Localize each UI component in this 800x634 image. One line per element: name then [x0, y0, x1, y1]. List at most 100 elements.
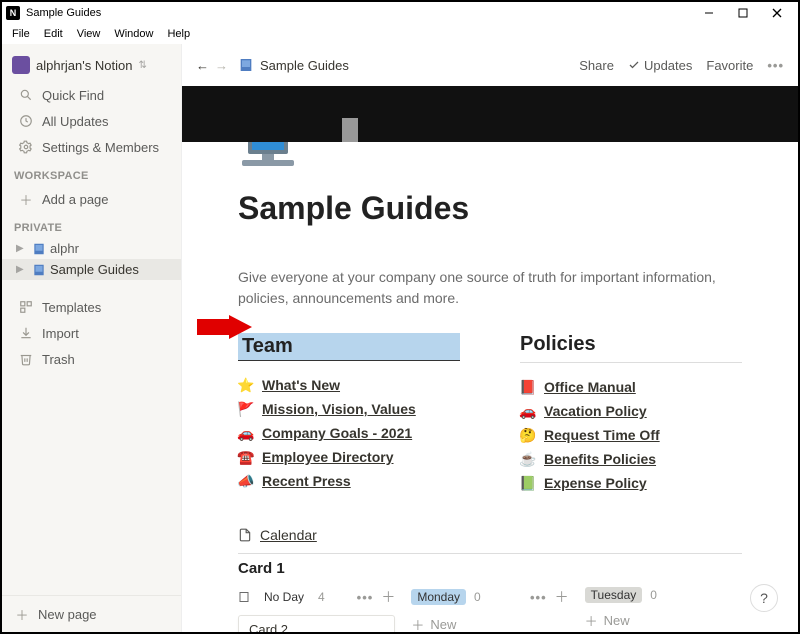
column-policies: Policies 📕Office Manual 🚗Vacation Policy…	[520, 333, 742, 495]
plus-icon: ＋	[411, 615, 424, 632]
menu-view[interactable]: View	[71, 26, 107, 42]
tag-monday[interactable]: Monday	[411, 589, 466, 605]
count: 0	[650, 588, 657, 602]
book-icon: 📗	[520, 475, 536, 491]
sidebar-settings[interactable]: Settings & Members	[6, 135, 177, 159]
new-card-button[interactable]: ＋New	[411, 615, 568, 632]
sidebar-page-alphr[interactable]: ▶ alphr	[2, 238, 181, 259]
flag-icon: 🚩	[238, 401, 254, 417]
col-more-button[interactable]: •••	[357, 590, 374, 605]
nav-back-button[interactable]: ←	[196, 58, 209, 73]
cover-decoration	[342, 118, 358, 142]
sidebar-add-page[interactable]: ＋ Add a page	[6, 187, 177, 211]
expand-icon: ⇅	[138, 60, 146, 71]
templates-icon	[18, 299, 34, 315]
nav-forward-button[interactable]: →	[215, 58, 228, 73]
workspace-switcher[interactable]: alphrjan's Notion ⇅	[2, 44, 181, 82]
link-mission[interactable]: 🚩Mission, Vision, Values	[238, 397, 460, 421]
megaphone-icon: 📣	[238, 473, 254, 489]
plus-icon: ＋	[585, 611, 598, 630]
star-icon: ⭐	[238, 377, 254, 393]
card-card2[interactable]: Card 2	[238, 615, 395, 632]
breadcrumb[interactable]: Sample Guides	[238, 57, 349, 73]
chevron-right-icon[interactable]: ▶	[16, 264, 28, 275]
page-title[interactable]: Sample Guides	[238, 190, 742, 227]
link-office-manual[interactable]: 📕Office Manual	[520, 375, 742, 399]
coffee-icon: ☕	[520, 451, 536, 467]
sidebar-new-page[interactable]: ＋ New page	[2, 595, 181, 632]
sidebar-heading-private: PRIVATE	[2, 212, 181, 238]
col-more-button[interactable]: •••	[530, 590, 547, 605]
car-icon: 🚗	[520, 403, 536, 419]
content-area: ← → Sample Guides Share Updates Favorite…	[182, 44, 798, 632]
sidebar-all-updates[interactable]: All Updates	[6, 109, 177, 133]
sidebar-templates[interactable]: Templates	[6, 295, 177, 319]
page-emoji[interactable]	[238, 142, 298, 170]
menu-edit[interactable]: Edit	[38, 26, 69, 42]
page-cover[interactable]	[182, 86, 798, 142]
sidebar-quick-find[interactable]: Quick Find	[6, 83, 177, 107]
tag-tuesday[interactable]: Tuesday	[585, 587, 643, 603]
sidebar-trash[interactable]: Trash	[6, 347, 177, 371]
column-team: Team ⭐What's New 🚩Mission, Vision, Value…	[238, 333, 460, 495]
car-icon: 🚗	[238, 425, 254, 441]
close-button[interactable]	[760, 3, 794, 23]
link-company-goals[interactable]: 🚗Company Goals - 2021	[238, 421, 460, 445]
link-recent-press[interactable]: 📣Recent Press	[238, 469, 460, 493]
menu-file[interactable]: File	[6, 26, 36, 42]
topbar: ← → Sample Guides Share Updates Favorite…	[182, 44, 798, 86]
sidebar-item-label: New page	[38, 607, 97, 622]
sidebar-item-label: Import	[42, 326, 79, 341]
tag-no-day[interactable]: No Day	[258, 589, 310, 605]
col-add-button[interactable]: ＋	[381, 587, 395, 607]
card-1-label[interactable]: Card 1	[238, 560, 742, 577]
favorite-button[interactable]: Favorite	[706, 58, 753, 73]
menu-window[interactable]: Window	[108, 26, 159, 42]
sidebar-item-label: Add a page	[42, 192, 109, 207]
link-benefits-policies[interactable]: ☕Benefits Policies	[520, 447, 742, 471]
note-icon	[238, 591, 250, 603]
gear-icon	[18, 139, 34, 155]
sidebar-page-sample-guides[interactable]: ▶ Sample Guides	[2, 259, 181, 280]
link-expense-policy[interactable]: 📗Expense Policy	[520, 471, 742, 495]
policies-heading[interactable]: Policies	[520, 333, 742, 363]
page-icon	[32, 242, 46, 256]
updates-button[interactable]: Updates	[628, 58, 692, 73]
book-icon: 📕	[520, 379, 536, 395]
team-heading[interactable]: Team	[238, 333, 460, 361]
workspace-icon	[12, 56, 30, 74]
sidebar-item-label: All Updates	[42, 114, 108, 129]
page-label: alphr	[50, 241, 79, 256]
sidebar-item-label: Trash	[42, 352, 75, 367]
board-col-monday: Monday 0 ••• ＋ ＋New	[411, 587, 568, 632]
help-button[interactable]: ?	[750, 584, 778, 612]
sidebar-item-label: Templates	[42, 300, 101, 315]
maximize-button[interactable]	[726, 3, 760, 23]
link-request-time-off[interactable]: 🤔Request Time Off	[520, 423, 742, 447]
sidebar-import[interactable]: Import	[6, 321, 177, 345]
chevron-right-icon[interactable]: ▶	[16, 243, 28, 254]
sidebar-item-label: Settings & Members	[42, 140, 159, 155]
calendar-view-link[interactable]: Calendar	[238, 527, 742, 543]
sidebar-heading-workspace: WORKSPACE	[2, 160, 181, 186]
new-card-button[interactable]: ＋New	[585, 611, 742, 630]
thinking-icon: 🤔	[520, 427, 536, 443]
more-button[interactable]: •••	[767, 58, 784, 73]
minimize-button[interactable]	[692, 3, 726, 23]
page-icon	[238, 57, 254, 73]
page-icon	[32, 263, 46, 277]
sidebar: alphrjan's Notion ⇅ Quick Find All Updat…	[2, 44, 182, 632]
link-employee-directory[interactable]: ☎️Employee Directory	[238, 445, 460, 469]
phone-icon: ☎️	[238, 449, 254, 465]
menu-help[interactable]: Help	[161, 26, 196, 42]
page-description[interactable]: Give everyone at your company one source…	[238, 267, 742, 309]
count: 4	[318, 590, 325, 604]
window-title: Sample Guides	[26, 7, 101, 19]
col-add-button[interactable]: ＋	[555, 587, 569, 607]
link-whats-new[interactable]: ⭐What's New	[238, 373, 460, 397]
share-button[interactable]: Share	[579, 58, 614, 73]
link-vacation-policy[interactable]: 🚗Vacation Policy	[520, 399, 742, 423]
board-col-noday: No Day 4 ••• ＋ Card 2	[238, 587, 395, 632]
window-titlebar: N Sample Guides	[2, 2, 798, 24]
trash-icon	[18, 351, 34, 367]
